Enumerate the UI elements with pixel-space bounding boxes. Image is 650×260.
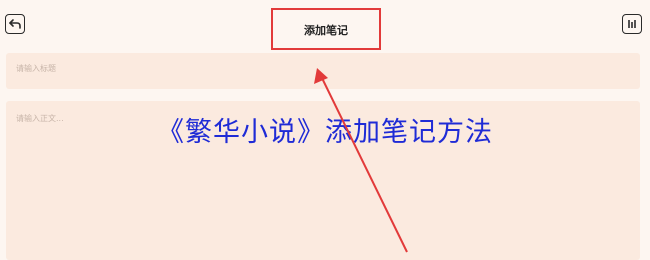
back-button[interactable] <box>5 14 25 34</box>
save-bars-icon <box>628 20 636 28</box>
title-input[interactable]: 请输入标题 <box>6 53 640 89</box>
page-title: 添加笔记 <box>271 8 381 50</box>
body-placeholder: 请输入正文... <box>16 114 64 123</box>
top-bar: 添加笔记 <box>0 0 650 50</box>
page-title-text: 添加笔记 <box>304 24 348 37</box>
back-arrow-icon <box>9 19 21 29</box>
save-button[interactable] <box>622 14 642 34</box>
title-placeholder: 请输入标题 <box>16 64 56 73</box>
body-input[interactable]: 请输入正文... <box>6 101 640 260</box>
